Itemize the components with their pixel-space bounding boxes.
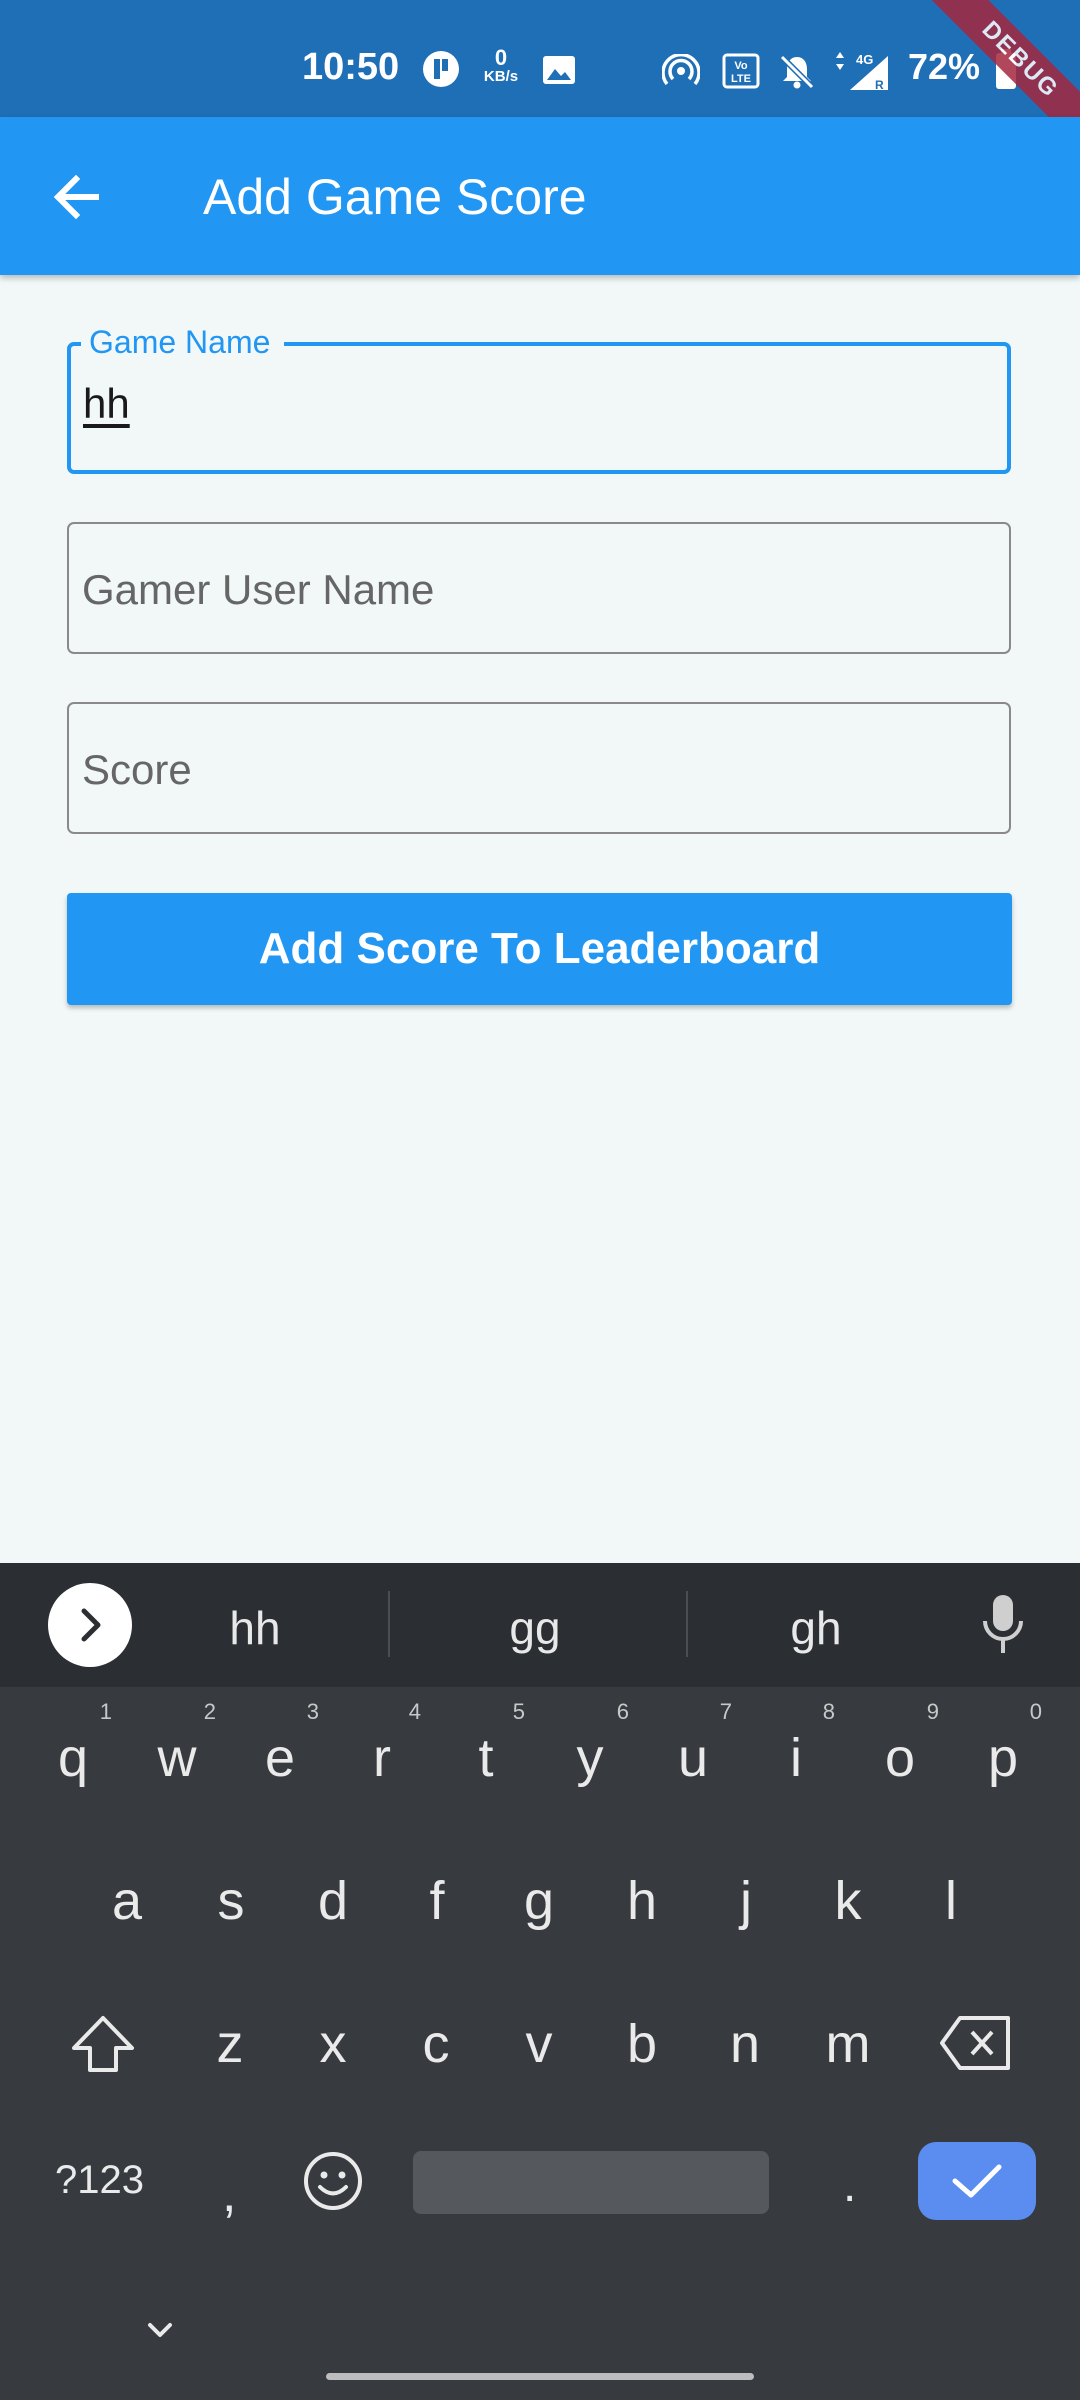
key-y[interactable]: y6 — [545, 1699, 635, 1789]
svg-text:R: R — [875, 78, 884, 92]
key-x[interactable]: x — [288, 2013, 378, 2075]
suggestion-strip: hh gg gh — [0, 1563, 1080, 1687]
game-name-label: Game Name — [81, 324, 285, 361]
key-a[interactable]: a — [82, 1870, 172, 1932]
key-g[interactable]: g — [494, 1870, 584, 1932]
microphone-icon[interactable] — [978, 1593, 1028, 1662]
checkmark-icon — [952, 2164, 1002, 2198]
volte-icon: Vo LTE — [722, 53, 760, 94]
app-notification-icon — [422, 50, 460, 93]
key-b[interactable]: b — [597, 2013, 687, 2075]
symbols-key[interactable]: ?123 — [55, 2158, 144, 2203]
suggestion-item[interactable]: hh — [155, 1601, 355, 1655]
shift-key[interactable] — [68, 2012, 138, 2081]
image-icon — [542, 55, 576, 90]
key-t[interactable]: t5 — [441, 1699, 531, 1789]
add-score-button[interactable]: Add Score To Leaderboard — [67, 893, 1012, 1005]
svg-text:LTE: LTE — [731, 73, 751, 85]
key-l[interactable]: l — [906, 1870, 996, 1932]
key-k[interactable]: k — [803, 1870, 893, 1932]
key-u[interactable]: u7 — [648, 1699, 738, 1789]
key-h[interactable]: h — [597, 1870, 687, 1932]
bell-muted-icon — [778, 53, 816, 96]
gesture-nav-handle[interactable] — [326, 2373, 754, 2380]
suggestion-item[interactable]: gg — [435, 1601, 635, 1655]
key-m[interactable]: m — [803, 2013, 893, 2075]
key-n[interactable]: n — [700, 2013, 790, 2075]
soft-keyboard: hh gg gh q1w2e3r4t5y6u7i8o9p0 asdfghjkl … — [0, 1563, 1080, 2400]
page-title: Add Game Score — [203, 169, 587, 225]
key-s[interactable]: s — [186, 1870, 276, 1932]
gamer-user-name-placeholder: Gamer User Name — [82, 566, 435, 613]
svg-text:4G: 4G — [856, 52, 873, 67]
backspace-key[interactable] — [938, 2014, 1012, 2077]
status-time: 10:50 — [302, 46, 400, 88]
key-c[interactable]: c — [391, 2013, 481, 2075]
key-e[interactable]: e3 — [235, 1699, 325, 1789]
status-bar: 10:50 0 KB/s Vo LTE 4G R 72% DEBUG — [0, 0, 1080, 117]
arrow-left-icon — [53, 174, 99, 220]
period-key[interactable]: . — [843, 2158, 856, 2213]
suggestion-item[interactable]: gh — [716, 1601, 916, 1655]
key-r[interactable]: r4 — [337, 1699, 427, 1789]
chevron-down-icon — [148, 2323, 172, 2337]
score-placeholder: Score — [82, 746, 192, 793]
signal-4g-icon: 4G R — [830, 50, 894, 97]
key-i[interactable]: i8 — [751, 1699, 841, 1789]
chevron-right-icon — [81, 1608, 101, 1642]
key-f[interactable]: f — [392, 1870, 482, 1932]
emoji-key[interactable] — [302, 2150, 364, 2217]
key-q[interactable]: q1 — [28, 1699, 118, 1789]
battery-percent: 72% — [908, 46, 981, 87]
back-button[interactable] — [40, 157, 120, 237]
game-name-field[interactable]: Game Name hh — [67, 324, 1011, 474]
enter-key[interactable] — [918, 2142, 1036, 2220]
key-o[interactable]: o9 — [855, 1699, 945, 1789]
suggestion-divider — [686, 1591, 688, 1657]
key-d[interactable]: d — [288, 1870, 378, 1932]
emoji-icon — [304, 2152, 362, 2210]
gamer-user-name-field[interactable]: Gamer User Name — [67, 522, 1011, 654]
hotspot-icon — [661, 53, 701, 93]
game-name-value: hh — [83, 380, 130, 427]
score-field[interactable]: Score — [67, 702, 1011, 834]
key-j[interactable]: j — [701, 1870, 791, 1932]
network-speed: 0 KB/s — [483, 45, 519, 85]
svg-text:Vo: Vo — [734, 60, 748, 72]
hide-keyboard-button[interactable] — [140, 2310, 180, 2355]
shift-icon — [72, 2016, 134, 2072]
comma-key[interactable]: , — [222, 2164, 236, 2224]
app-bar: Add Game Score — [0, 117, 1080, 275]
key-v[interactable]: v — [494, 2013, 584, 2075]
key-z[interactable]: z — [185, 2013, 275, 2075]
toolbar-expand-button[interactable] — [48, 1583, 132, 1667]
backspace-icon — [940, 2016, 1010, 2070]
space-key[interactable] — [413, 2151, 769, 2214]
suggestion-divider — [388, 1591, 390, 1657]
key-p[interactable]: p0 — [958, 1699, 1048, 1789]
key-w[interactable]: w2 — [132, 1699, 222, 1789]
